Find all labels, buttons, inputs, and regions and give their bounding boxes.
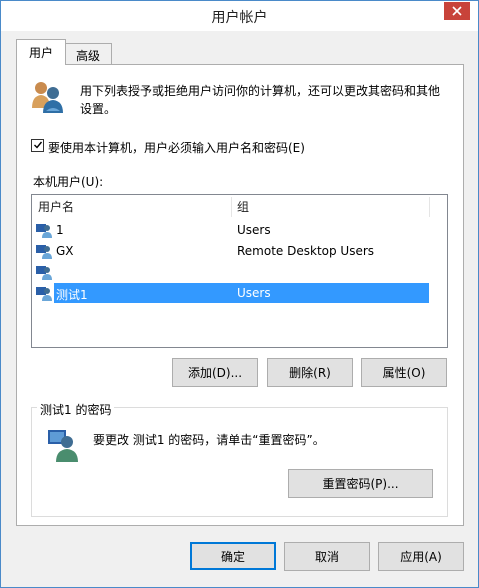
password-groupbox-label: 测试1 的密码	[37, 401, 115, 418]
require-login-label[interactable]: 要使用本计算机，用户必须输入用户名和密码(E)	[48, 139, 305, 156]
add-button-label: 添加(D)...	[187, 366, 243, 380]
window-title: 用户帐户	[211, 10, 268, 26]
password-message: 要更改 测试1 的密码，请单击“重置密码”。	[93, 433, 325, 447]
user-name: GX	[56, 244, 74, 258]
ok-button[interactable]: 确定	[190, 542, 276, 570]
reset-password-button[interactable]: 重置密码(P)...	[288, 469, 433, 498]
user-group: Users	[237, 223, 271, 237]
user-name: 1	[56, 223, 64, 237]
reset-password-button-label: 重置密码(P)...	[322, 477, 399, 491]
column-header-group[interactable]: 组	[237, 195, 249, 219]
tab-advanced[interactable]: 高级	[64, 43, 112, 66]
cancel-button-label: 取消	[314, 550, 339, 564]
column-separator[interactable]	[429, 197, 430, 217]
user-icon	[48, 430, 78, 462]
remove-button[interactable]: 删除(R)	[267, 358, 353, 387]
user-name: 测试1	[56, 288, 88, 302]
close-button[interactable]	[444, 2, 470, 20]
remove-button-label: 删除(R)	[289, 366, 331, 380]
local-users-list[interactable]: 用户名 组 1 Users GX Remote Desktop Users 测试…	[31, 194, 448, 348]
tab-advanced-label: 高级	[75, 48, 100, 63]
intro-text-line2: 设置。	[80, 102, 117, 116]
table-row[interactable]	[32, 262, 447, 282]
ok-button-label: 确定	[220, 549, 245, 564]
user-icon	[36, 287, 52, 301]
table-row[interactable]: GX Remote Desktop Users	[32, 241, 447, 261]
column-header-username[interactable]: 用户名	[38, 195, 74, 219]
tab-users-label: 用户	[28, 46, 53, 60]
user-group: Remote Desktop Users	[237, 244, 375, 258]
user-icon	[36, 245, 52, 259]
require-login-checkbox[interactable]	[31, 139, 44, 152]
user-group: Users	[237, 286, 271, 300]
intro-text-line1: 用下列表授予或拒绝用户访问你的计算机，还可以更改其密码和其他	[80, 84, 441, 98]
table-row-selected[interactable]: 测试1 Users	[32, 283, 447, 303]
checkmark-icon	[33, 141, 42, 149]
password-groupbox	[31, 407, 448, 517]
column-separator[interactable]	[231, 197, 232, 217]
user-icon	[36, 266, 52, 280]
apply-button[interactable]: 应用(A)	[378, 542, 464, 571]
cancel-button[interactable]: 取消	[284, 542, 370, 571]
close-icon	[452, 6, 462, 16]
user-icon	[36, 224, 52, 238]
local-users-label: 本机用户(U):	[33, 175, 104, 189]
properties-button-label: 属性(O)	[382, 366, 426, 380]
add-button[interactable]: 添加(D)...	[172, 358, 258, 387]
tab-users[interactable]: 用户	[16, 39, 66, 65]
apply-button-label: 应用(A)	[400, 550, 442, 564]
title-bar[interactable]: 用户帐户	[1, 1, 478, 31]
users-icon	[32, 82, 63, 113]
table-row[interactable]: 1 Users	[32, 220, 447, 240]
properties-button[interactable]: 属性(O)	[361, 358, 447, 387]
